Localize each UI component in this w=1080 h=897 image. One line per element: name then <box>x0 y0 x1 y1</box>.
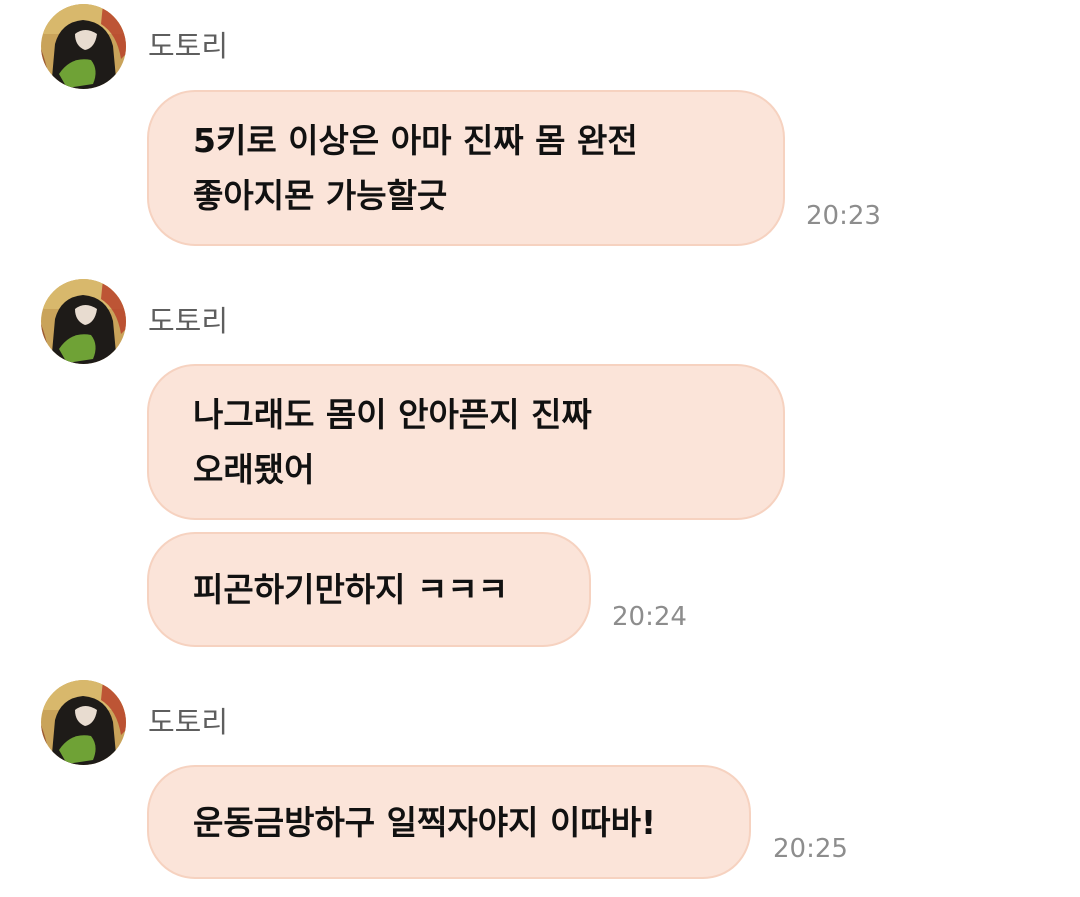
avatar[interactable] <box>41 680 126 765</box>
sender-name: 도토리 <box>148 705 229 739</box>
avatar[interactable] <box>41 4 126 89</box>
message-time: 20:23 <box>806 201 881 231</box>
avatar[interactable] <box>41 279 126 364</box>
message-bubble[interactable]: 나그래도 몸이 안아픈지 진짜 오래됐어 <box>147 364 785 520</box>
message-text: 나그래도 몸이 안아픈지 진짜 오래됐어 <box>193 395 592 489</box>
profile-photo-icon <box>41 680 126 765</box>
message-time: 20:25 <box>773 834 848 864</box>
sender-name: 도토리 <box>148 29 229 63</box>
message-time: 20:24 <box>612 602 687 632</box>
sender-name: 도토리 <box>148 304 229 338</box>
message-text: 5키로 이상은 아마 진짜 몸 완전 좋아지묜 가능할긋 <box>193 121 638 215</box>
message-bubble[interactable]: 피곤하기만하지 ㅋㅋㅋ <box>147 532 591 647</box>
message-text: 운동금방하구 일찍자야지 이따바! <box>193 802 657 842</box>
profile-photo-icon <box>41 279 126 364</box>
message-bubble[interactable]: 운동금방하구 일찍자야지 이따바! <box>147 765 751 879</box>
message-text: 피곤하기만하지 ㅋㅋㅋ <box>193 570 509 609</box>
message-bubble[interactable]: 5키로 이상은 아마 진짜 몸 완전 좋아지묜 가능할긋 <box>147 90 785 246</box>
profile-photo-icon <box>41 4 126 89</box>
